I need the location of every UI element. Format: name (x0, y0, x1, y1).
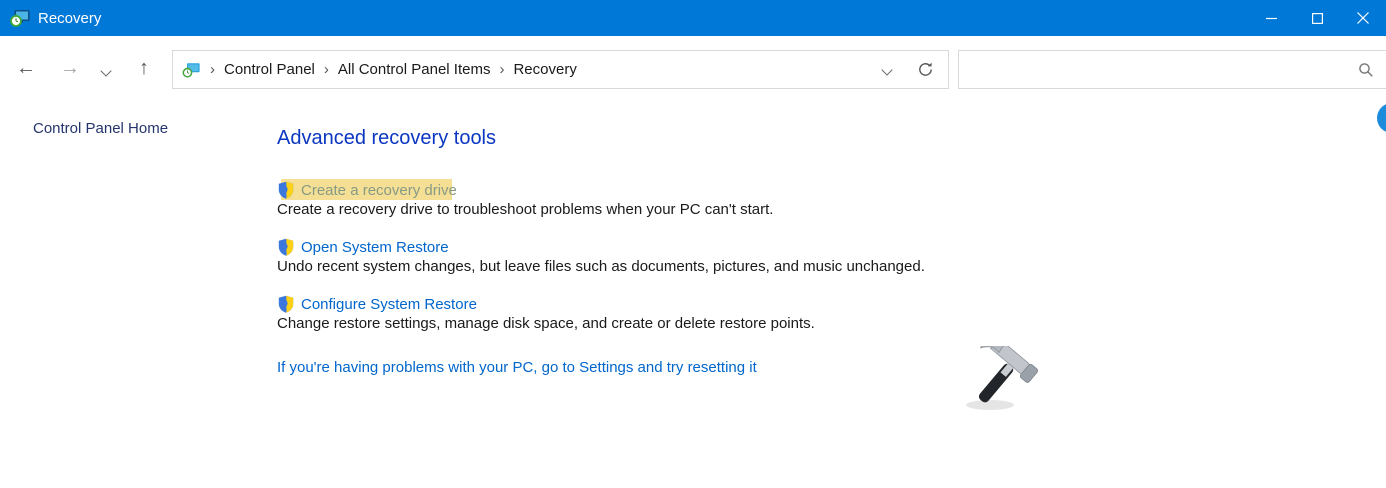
search-input[interactable] (967, 51, 1353, 88)
task-description: Create a recovery drive to troubleshoot … (277, 201, 1057, 219)
breadcrumb-separator: › (324, 61, 329, 78)
breadcrumb-control-panel[interactable]: Control Panel (224, 61, 315, 78)
chevron-down-icon (100, 65, 111, 76)
task-description: Undo recent system changes, but leave fi… (277, 258, 1057, 276)
search-box (958, 50, 1386, 89)
task-configure-system-restore: Configure System Restore Change restore … (277, 294, 1057, 333)
task-link-row: Configure System Restore (277, 294, 1057, 314)
refresh-icon[interactable] (917, 61, 934, 78)
task-open-system-restore: Open System Restore Undo recent system c… (277, 237, 1057, 276)
address-dropdown[interactable] (883, 61, 891, 78)
reset-pc-settings-link[interactable]: If you're having problems with your PC, … (277, 359, 1057, 376)
hammer-image (960, 346, 1042, 414)
title-bar: Recovery (0, 0, 1386, 36)
configure-system-restore-link[interactable]: Configure System Restore (301, 296, 477, 313)
forward-button[interactable]: → (58, 57, 82, 79)
task-link-row: Open System Restore (277, 237, 1057, 257)
uac-shield-icon (277, 238, 295, 256)
main-content: Advanced recovery tools Create a recover… (277, 126, 1057, 376)
breadcrumb-recovery[interactable]: Recovery (513, 61, 576, 78)
window-controls (1248, 0, 1386, 36)
maximize-icon (1312, 13, 1323, 24)
chevron-down-icon (881, 64, 892, 75)
page-title: Advanced recovery tools (277, 126, 1057, 150)
minimize-icon (1266, 13, 1277, 24)
navigation-toolbar: ← → ↑ › Control Panel › All Control Pane… (0, 36, 1386, 100)
uac-shield-icon (277, 181, 295, 199)
task-link-row: Create a recovery drive (277, 180, 1057, 200)
open-system-restore-link[interactable]: Open System Restore (301, 239, 449, 256)
maximize-button[interactable] (1294, 0, 1340, 36)
close-button[interactable] (1340, 0, 1386, 36)
recovery-location-icon (182, 61, 201, 79)
task-create-recovery-drive: Create a recovery drive Create a recover… (277, 180, 1057, 219)
address-bar-actions (883, 61, 938, 78)
close-icon (1357, 12, 1369, 24)
minimize-button[interactable] (1248, 0, 1294, 36)
search-icon[interactable] (1358, 62, 1374, 78)
breadcrumb-separator: › (499, 61, 504, 78)
recent-pages-dropdown[interactable] (102, 62, 110, 79)
uac-shield-icon (277, 295, 295, 313)
breadcrumb-separator: › (210, 61, 215, 78)
create-recovery-drive-link[interactable]: Create a recovery drive (301, 182, 457, 199)
help-button[interactable] (1377, 103, 1386, 133)
back-button[interactable]: ← (14, 57, 38, 79)
breadcrumb-all-control-panel-items[interactable]: All Control Panel Items (338, 61, 491, 78)
address-bar[interactable]: › Control Panel › All Control Panel Item… (172, 50, 949, 89)
sidebar-item-control-panel-home[interactable]: Control Panel Home (33, 120, 168, 137)
recovery-app-icon (10, 8, 30, 28)
up-button[interactable]: ↑ (132, 57, 156, 79)
task-description: Change restore settings, manage disk spa… (277, 315, 1057, 333)
window-title: Recovery (38, 10, 101, 27)
